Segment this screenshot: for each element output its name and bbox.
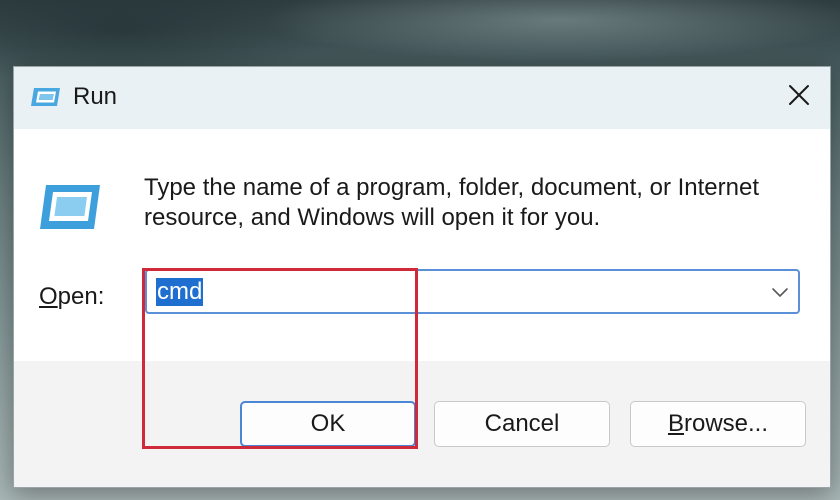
open-label: Open: bbox=[39, 282, 104, 312]
open-label-text: pen: bbox=[57, 283, 105, 310]
dialog-content: Type the name of a program, folder, docu… bbox=[14, 129, 830, 361]
run-icon bbox=[40, 185, 100, 229]
run-icon bbox=[31, 88, 60, 106]
browse-button[interactable]: Browse... bbox=[630, 401, 806, 447]
open-input-value[interactable]: cmd bbox=[156, 278, 204, 306]
browse-label: rowse... bbox=[683, 410, 769, 437]
window-title: Run bbox=[73, 83, 118, 110]
cancel-button[interactable]: Cancel bbox=[434, 401, 610, 447]
button-bar: OK Cancel Browse... bbox=[14, 361, 830, 487]
close-button[interactable] bbox=[774, 73, 824, 117]
title-bar: Run bbox=[14, 67, 830, 129]
chevron-down-icon[interactable] bbox=[768, 280, 792, 304]
dialog-description: Type the name of a program, folder, docu… bbox=[144, 174, 760, 231]
open-combobox[interactable]: cmd bbox=[145, 269, 800, 314]
browse-accelerator: B bbox=[667, 410, 684, 437]
run-dialog: Run Type the name of a program, folder, … bbox=[13, 66, 831, 488]
close-icon bbox=[789, 85, 809, 105]
ok-button[interactable]: OK bbox=[240, 401, 416, 447]
open-label-accelerator: O bbox=[39, 283, 58, 310]
